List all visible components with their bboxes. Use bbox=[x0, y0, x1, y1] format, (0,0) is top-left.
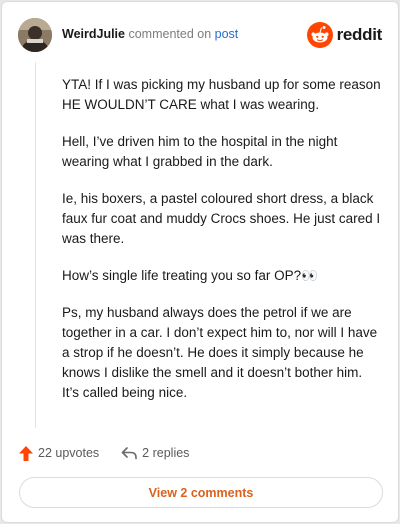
comment-paragraph-4: How’s single life treating you so far OP… bbox=[62, 268, 318, 283]
reddit-snoo-icon bbox=[306, 22, 333, 48]
reply-arrow-icon bbox=[121, 447, 137, 460]
reply-count: 2 replies bbox=[142, 446, 190, 460]
upvote-button[interactable]: 22 upvotes bbox=[19, 445, 100, 461]
avatar[interactable] bbox=[18, 18, 52, 52]
comment-paragraph-1: YTA! If I was picking my husband up for … bbox=[62, 77, 381, 112]
post-link[interactable]: post bbox=[215, 27, 239, 41]
view-comments-button[interactable]: View 2 comments bbox=[19, 477, 383, 508]
comment-paragraph-5: Ps, my husband always does the petrol if… bbox=[62, 305, 378, 400]
comment-card: WeirdJulie commented on post reddit YTA!… bbox=[1, 1, 399, 523]
avatar-image bbox=[18, 18, 52, 52]
upvote-arrow-icon bbox=[19, 445, 33, 461]
comment-body: YTA! If I was picking my husband up for … bbox=[62, 75, 382, 420]
upvote-count: 22 upvotes bbox=[38, 446, 100, 460]
comment-actions: 22 upvotes 2 replies bbox=[19, 442, 211, 464]
comment-paragraph-3: Ie, his boxers, a pastel coloured short … bbox=[62, 191, 381, 246]
header-line: WeirdJulie commented on post bbox=[62, 27, 238, 41]
commented-on-label: commented on bbox=[128, 27, 212, 41]
comment-paragraph-2: Hell, I’ve driven him to the hospital in… bbox=[62, 134, 338, 169]
comment-header: WeirdJulie commented on post reddit bbox=[18, 18, 382, 52]
reddit-wordmark: reddit bbox=[336, 25, 383, 44]
username[interactable]: WeirdJulie bbox=[62, 27, 125, 41]
reddit-logo[interactable]: reddit bbox=[306, 20, 383, 50]
thread-line[interactable] bbox=[35, 62, 36, 428]
replies-button[interactable]: 2 replies bbox=[121, 446, 189, 460]
